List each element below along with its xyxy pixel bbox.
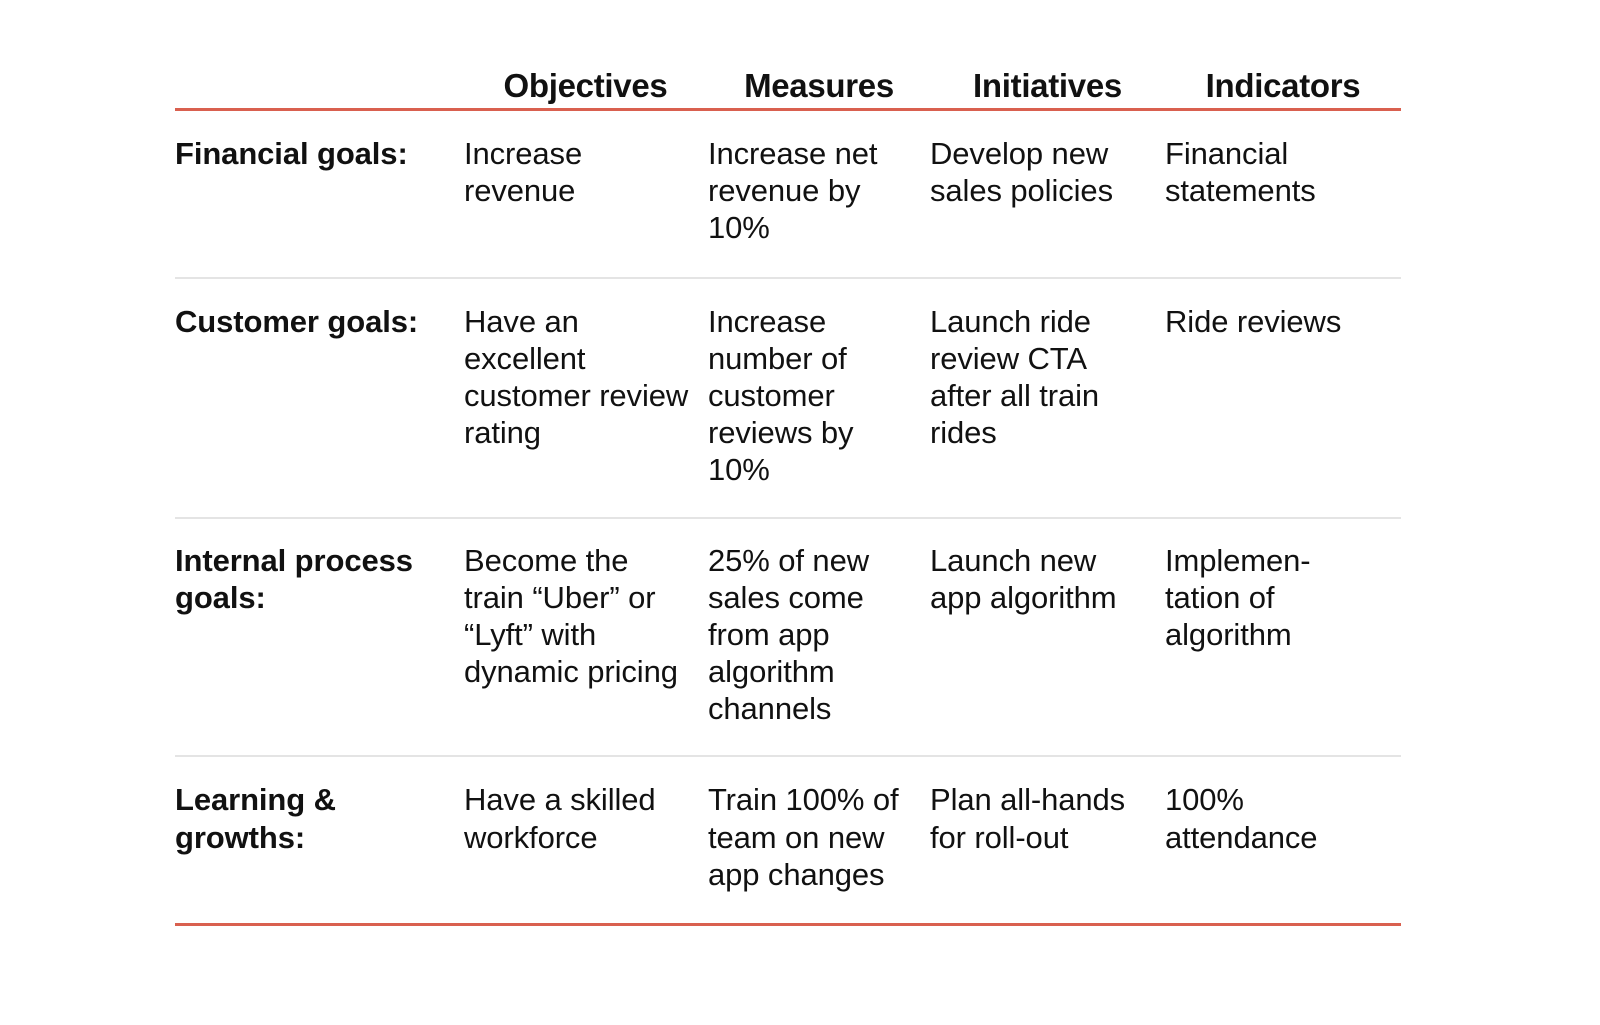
cell-indicators: Ride reviews [1165, 303, 1342, 339]
cell-initiatives: Develop new sales policies [930, 136, 1113, 209]
column-header-objectives: Objectives [503, 67, 668, 105]
cell-indicators: Implemen- tation of algorithm [1165, 542, 1311, 652]
cell-measures: Train 100% of team on new app changes [708, 782, 899, 892]
cell-measures: Increase number of customer reviews by 1… [708, 303, 854, 488]
cell-objectives: Have a skilled workforce [464, 782, 656, 855]
column-header-indicators: Indicators [1205, 67, 1361, 105]
row-category-label: Internal process goals: [175, 542, 413, 615]
cell-indicators: Financial statements [1165, 136, 1316, 209]
balanced-scorecard-table: Objectives Measures Initiatives Indicato… [175, 28, 1401, 926]
cell-objectives: Have an excellent customer review rating [464, 303, 689, 451]
footer-accent-rule [175, 923, 1401, 926]
table-row: Financial goals: Increase revenue Increa… [175, 111, 1401, 277]
cell-initiatives: Launch new app algorithm [930, 542, 1117, 615]
cell-indicators: 100% attendance [1165, 782, 1318, 855]
row-category-label: Customer goals: [175, 303, 419, 339]
cell-measures: 25% of new sales come from app algorithm… [708, 542, 869, 727]
row-category-label: Financial goals: [175, 136, 408, 171]
cell-initiatives: Launch ride review CTA after all train r… [930, 303, 1100, 451]
cell-objectives: Increase revenue [464, 136, 583, 209]
table-row: Internal process goals: Become the train… [175, 519, 1401, 756]
table-header-row: Objectives Measures Initiatives Indicato… [175, 28, 1401, 108]
column-header-measures: Measures [744, 67, 894, 105]
cell-measures: Increase net revenue by 10% [708, 136, 878, 246]
column-header-category [175, 104, 463, 108]
column-header-initiatives: Initiatives [973, 67, 1122, 105]
row-category-label: Learning & growths: [175, 782, 336, 855]
cell-initiatives: Plan all-hands for roll-out [930, 782, 1126, 855]
table-row: Customer goals: Have an excellent custom… [175, 279, 1401, 517]
cell-objectives: Become the train “Uber” or “Lyft” with d… [464, 542, 678, 690]
table-row: Learning & growths: Have a skilled workf… [175, 757, 1401, 923]
